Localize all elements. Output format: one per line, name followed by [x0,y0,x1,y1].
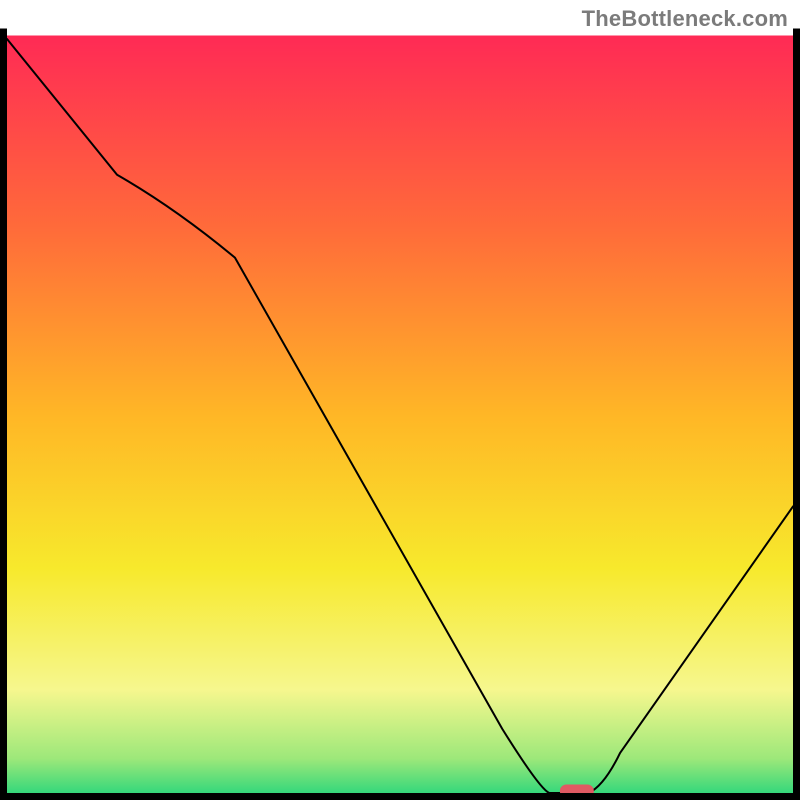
watermark-text: TheBottleneck.com [582,6,788,32]
bottleneck-chart [0,0,800,800]
chart-background [4,36,797,797]
chart-container: TheBottleneck.com [0,0,800,800]
